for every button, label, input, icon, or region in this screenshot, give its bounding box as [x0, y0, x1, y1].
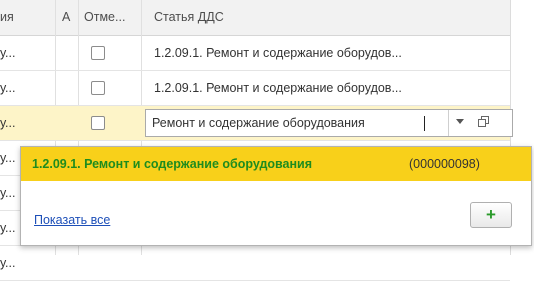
grid-header: ия А Отме... Статья ДДС	[0, 0, 510, 36]
column-header-mark[interactable]: Отме...	[84, 0, 138, 35]
text-caret	[424, 116, 425, 131]
column-header-cashflow-article[interactable]: Статья ДДС	[154, 0, 494, 35]
table-row[interactable]: у... 1.2.09.1. Ремонт и содержание обору…	[0, 71, 510, 106]
cashflow-article-input[interactable]: Ремонт и содержание оборудования	[145, 109, 513, 137]
suggestion-name: 1.2.09.1. Ремонт и содержание оборудован…	[32, 157, 313, 171]
dropdown-button[interactable]	[448, 110, 471, 136]
add-button[interactable]: +	[470, 202, 512, 228]
mark-checkbox[interactable]	[91, 116, 105, 130]
show-all-link[interactable]: Показать все	[34, 213, 110, 227]
table-row[interactable]: у... 1.2.09.1. Ремонт и содержание обору…	[0, 36, 510, 71]
triangle-down-icon	[456, 119, 464, 124]
mark-checkbox[interactable]	[91, 81, 105, 95]
name-cell: у...	[0, 256, 16, 270]
autocomplete-popup: 1.2.09.1. Ремонт и содержание оборудован…	[20, 146, 532, 246]
column-header-name[interactable]: ия	[0, 0, 55, 35]
name-cell: у...	[0, 116, 16, 130]
suggestion-code: (000000098)	[409, 157, 480, 171]
plus-icon: +	[486, 205, 496, 224]
input-value: Ремонт и содержание оборудования	[152, 116, 365, 130]
table-row[interactable]: у...	[0, 246, 510, 281]
suggestion-item[interactable]: 1.2.09.1. Ремонт и содержание оборудован…	[21, 147, 531, 181]
mark-checkbox[interactable]	[91, 46, 105, 60]
article-cell: 1.2.09.1. Ремонт и содержание оборудов..…	[154, 46, 402, 60]
name-cell: у...	[0, 46, 16, 60]
name-cell: у...	[0, 81, 16, 95]
open-button[interactable]	[472, 110, 494, 136]
open-window-icon	[477, 116, 489, 127]
column-header-a[interactable]: А	[62, 0, 78, 35]
article-cell: 1.2.09.1. Ремонт и содержание оборудов..…	[154, 81, 402, 95]
